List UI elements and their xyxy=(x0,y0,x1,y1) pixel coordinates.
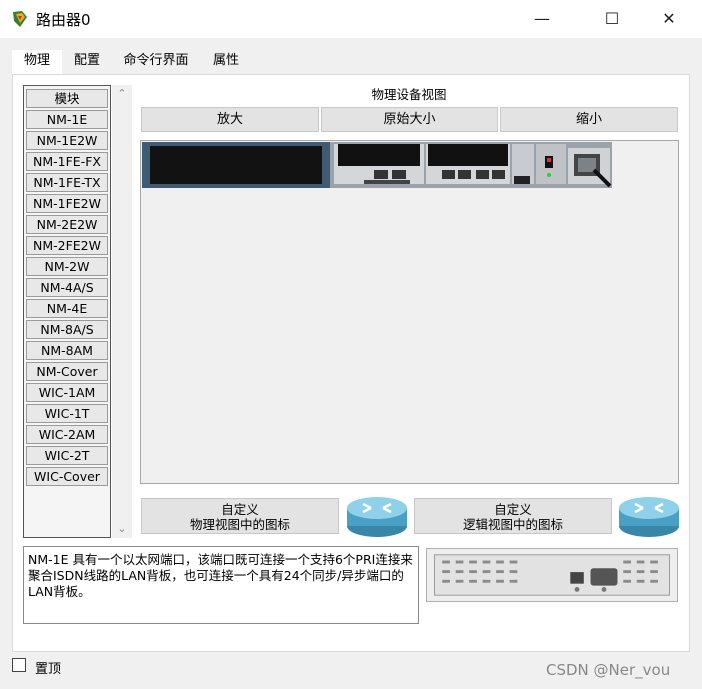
packet-tracer-icon xyxy=(13,11,27,27)
module-item[interactable]: WIC-1AM xyxy=(26,383,108,402)
module-item[interactable]: NM-4E xyxy=(26,299,108,318)
custom-physical-label-2: 物理视图中的图标 xyxy=(189,517,290,532)
physical-device-view[interactable] xyxy=(140,140,679,484)
tab-cli[interactable]: 命令行界面 xyxy=(112,50,200,74)
module-item[interactable]: NM-1E2W xyxy=(26,131,108,150)
module-item[interactable]: NM-2FE2W xyxy=(26,236,108,255)
maximize-button[interactable]: ☐ xyxy=(589,4,635,34)
original-size-button[interactable]: 原始大小 xyxy=(321,107,498,132)
custom-logical-label-1: 自定义 xyxy=(494,502,532,517)
tab-attributes[interactable]: 属性 xyxy=(202,50,250,74)
router-icon[interactable] xyxy=(617,490,681,540)
custom-logical-icon-button[interactable]: 自定义 逻辑视图中的图标 xyxy=(414,498,612,534)
module-item[interactable]: WIC-2AM xyxy=(26,425,108,444)
module-scrollbar[interactable]: ⌃ ⌄ xyxy=(112,85,132,538)
tab-config[interactable]: 配置 xyxy=(64,50,110,74)
scroll-down-icon[interactable]: ⌄ xyxy=(112,520,132,538)
zoom-out-button[interactable]: 缩小 xyxy=(500,107,678,132)
title-bar: 路由器0 — ☐ ✕ xyxy=(0,0,702,38)
module-item[interactable]: WIC-2T xyxy=(26,446,108,465)
module-item[interactable]: NM-Cover xyxy=(26,362,108,381)
module-header[interactable]: 模块 xyxy=(26,89,108,108)
minimize-button[interactable]: — xyxy=(519,4,565,34)
custom-logical-label-2: 逻辑视图中的图标 xyxy=(462,517,563,532)
module-list: 模块 NM-1E NM-1E2W NM-1FE-FX NM-1FE-TX NM-… xyxy=(23,85,111,538)
window-title: 路由器0 xyxy=(36,11,91,29)
physical-view-title: 物理设备视图 xyxy=(371,87,447,102)
pin-on-top-checkbox[interactable] xyxy=(12,658,26,672)
module-item[interactable]: NM-1FE2W xyxy=(26,194,108,213)
module-item[interactable]: NM-8AM xyxy=(26,341,108,360)
module-description: NM-1E 具有一个以太网端口，该端口既可连接一个支持6个PRI连接来聚合ISD… xyxy=(23,546,419,624)
module-item[interactable]: NM-2W xyxy=(26,257,108,276)
close-button[interactable]: ✕ xyxy=(646,4,692,34)
router-icon[interactable] xyxy=(345,490,409,540)
tab-physical[interactable]: 物理 xyxy=(12,50,62,76)
pin-on-top-label: 置顶 xyxy=(35,662,62,677)
scroll-up-icon[interactable]: ⌃ xyxy=(112,85,132,103)
module-item[interactable]: NM-4A/S xyxy=(26,278,108,297)
module-item[interactable]: NM-8A/S xyxy=(26,320,108,339)
router-chassis[interactable] xyxy=(142,142,612,188)
custom-physical-icon-button[interactable]: 自定义 物理视图中的图标 xyxy=(141,498,339,534)
module-preview-image xyxy=(426,548,678,602)
module-item[interactable]: WIC-1T xyxy=(26,404,108,423)
custom-physical-label-1: 自定义 xyxy=(221,502,259,517)
module-item[interactable]: NM-1FE-TX xyxy=(26,173,108,192)
module-item[interactable]: NM-1FE-FX xyxy=(26,152,108,171)
watermark: CSDN @Ner_vou xyxy=(546,661,671,679)
zoom-in-button[interactable]: 放大 xyxy=(141,107,319,132)
module-item[interactable]: NM-2E2W xyxy=(26,215,108,234)
module-item[interactable]: NM-1E xyxy=(26,110,108,129)
module-item[interactable]: WIC-Cover xyxy=(26,467,108,486)
